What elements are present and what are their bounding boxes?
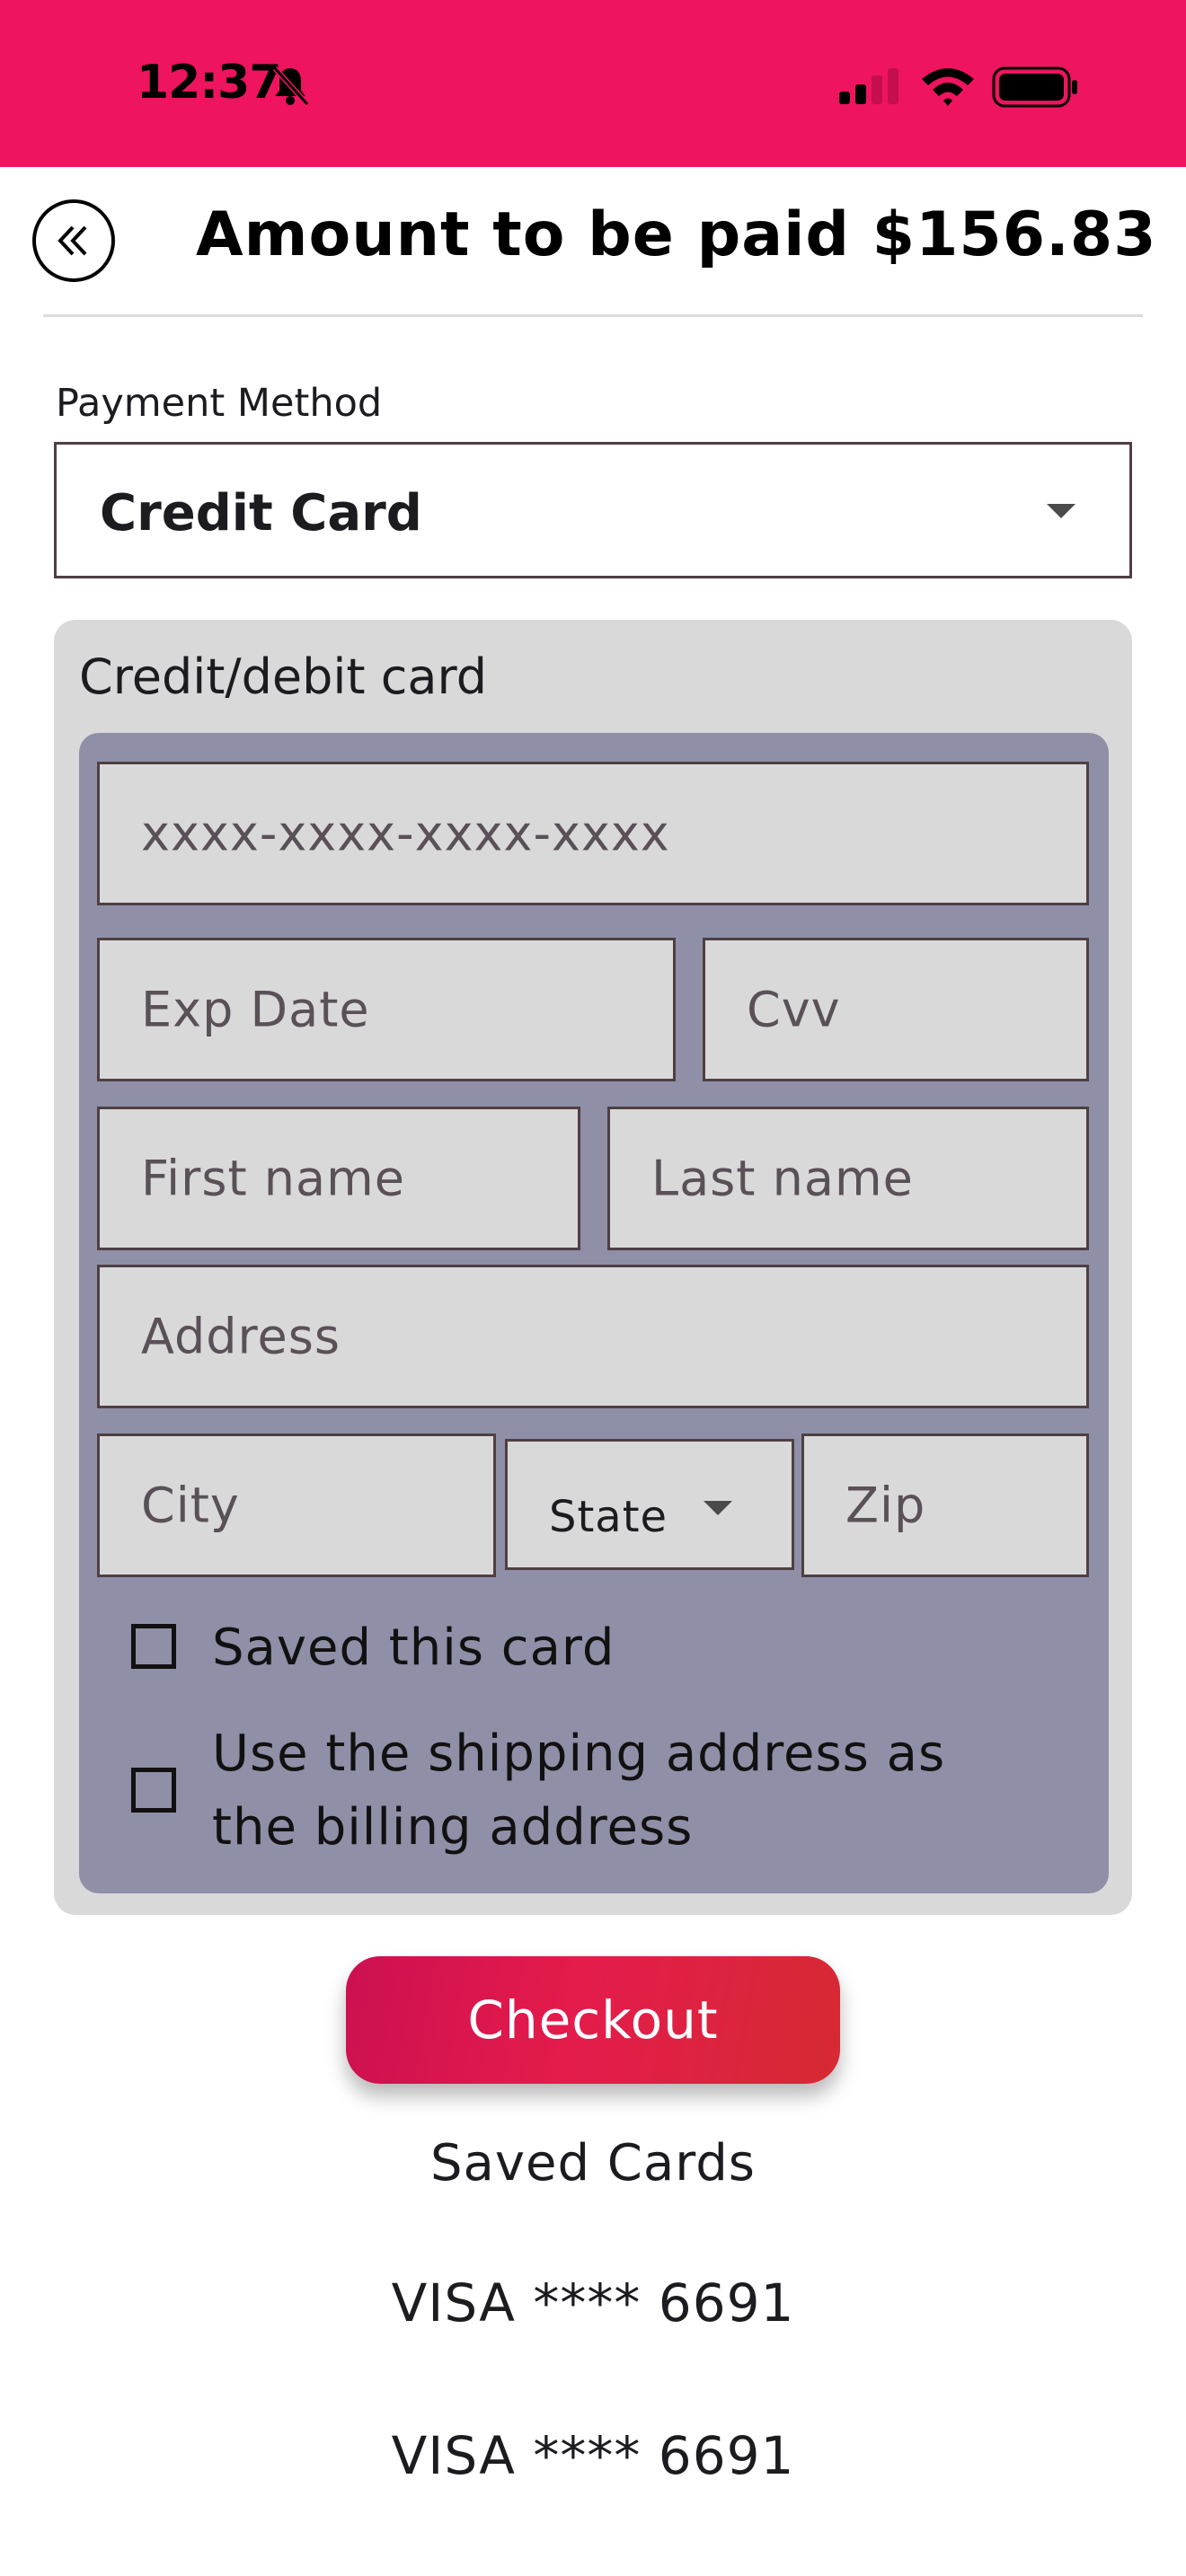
card-panel: Credit/debit card xxxx-xxxx-xxxx-xxxx Ex… xyxy=(54,620,1132,1915)
dropdown-arrow-icon xyxy=(1047,504,1075,518)
saved-card-item[interactable]: VISA **** 6691 xyxy=(0,2425,1186,2486)
double-chevron-left-icon xyxy=(58,225,87,256)
exp-date-input[interactable]: Exp Date xyxy=(97,938,676,1081)
address-placeholder: Address xyxy=(141,1308,341,1365)
cvv-placeholder: Cvv xyxy=(747,981,841,1038)
city-placeholder: City xyxy=(141,1477,240,1534)
use-shipping-address-checkbox[interactable] xyxy=(131,1768,176,1813)
use-shipping-address-option[interactable]: Use the shipping address as the billing … xyxy=(131,1717,945,1865)
save-card-option[interactable]: Saved this card xyxy=(131,1611,615,1685)
state-select[interactable]: State xyxy=(505,1439,794,1570)
cvv-input[interactable]: Cvv xyxy=(703,938,1089,1081)
header-divider xyxy=(43,314,1143,317)
card-form: xxxx-xxxx-xxxx-xxxx Exp Date Cvv First n… xyxy=(79,733,1109,1893)
bell-slash-icon xyxy=(272,66,310,107)
back-button[interactable] xyxy=(32,199,115,282)
card-number-input[interactable]: xxxx-xxxx-xxxx-xxxx xyxy=(97,762,1089,905)
signal-icon xyxy=(839,68,898,104)
checkout-button[interactable]: Checkout xyxy=(346,1956,840,2084)
use-shipping-address-label-line1: Use the shipping address as xyxy=(212,1725,946,1783)
checkout-label: Checkout xyxy=(467,1989,719,2051)
state-placeholder: State xyxy=(549,1492,668,1542)
exp-date-placeholder: Exp Date xyxy=(141,981,370,1038)
city-input[interactable]: City xyxy=(97,1434,496,1577)
last-name-placeholder: Last name xyxy=(651,1150,914,1207)
saved-cards-title: Saved Cards xyxy=(430,2134,756,2192)
first-name-placeholder: First name xyxy=(141,1150,405,1207)
payment-method-label: Payment Method xyxy=(56,381,383,426)
payment-method-value: Credit Card xyxy=(100,484,422,543)
status-time: 12:37 xyxy=(137,56,282,110)
wifi-icon xyxy=(922,68,974,106)
page-title: Amount to be paid $156.83 xyxy=(196,199,1157,270)
address-input[interactable]: Address xyxy=(97,1265,1089,1408)
card-panel-title: Credit/debit card xyxy=(79,648,488,705)
battery-icon xyxy=(992,66,1077,108)
saved-card-item[interactable]: VISA **** 6691 xyxy=(0,2272,1186,2333)
use-shipping-address-label: Use the shipping address as the billing … xyxy=(212,1717,945,1865)
last-name-input[interactable]: Last name xyxy=(607,1107,1089,1250)
first-name-input[interactable]: First name xyxy=(97,1107,580,1250)
zip-input[interactable]: Zip xyxy=(801,1434,1089,1577)
card-number-placeholder: xxxx-xxxx-xxxx-xxxx xyxy=(141,805,670,862)
save-card-checkbox[interactable] xyxy=(131,1624,176,1669)
payment-method-select[interactable]: Credit Card xyxy=(54,442,1132,578)
use-shipping-address-label-line2: the billing address xyxy=(212,1798,694,1857)
zip-placeholder: Zip xyxy=(845,1477,926,1534)
status-bar: 12:37 xyxy=(0,0,1186,167)
dropdown-arrow-icon xyxy=(704,1501,732,1515)
save-card-label: Saved this card xyxy=(212,1619,615,1677)
